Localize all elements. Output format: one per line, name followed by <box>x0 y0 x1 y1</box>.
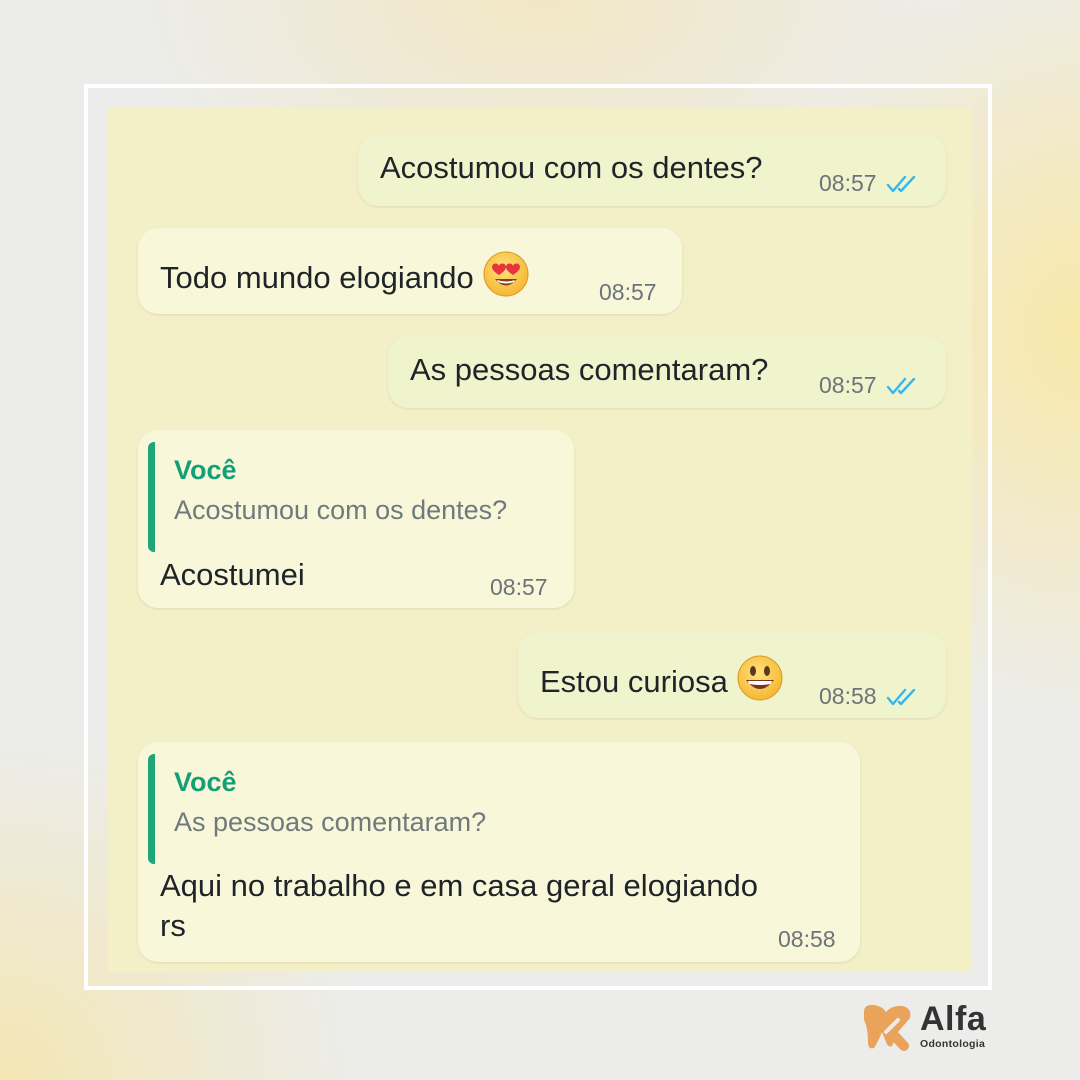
message-text-line: rs <box>160 908 186 943</box>
outgoing-message-bubble[interactable]: Estou curiosa 08:58 <box>518 632 946 718</box>
message-text: Todo mundo elogiando <box>160 250 530 298</box>
message-meta: 08:57 <box>490 574 548 601</box>
double-check-read-icon <box>886 175 915 192</box>
quoted-author: Você <box>174 455 237 485</box>
double-check-read-icon <box>886 688 915 705</box>
message-time: 08:57 <box>490 574 548 600</box>
brand-subtitle: Odontologia <box>920 1038 986 1050</box>
message-text-content: Estou curiosa <box>540 664 728 699</box>
message-text: Acostumei <box>160 557 305 592</box>
quoted-text: As pessoas comentaram? <box>174 807 487 837</box>
message-text-line: Aqui no trabalho e em casa geral elogian… <box>160 868 759 903</box>
message-time: 08:57 <box>599 279 657 305</box>
message-meta: 08:57 <box>599 279 657 306</box>
double-check-read-icon <box>886 377 915 394</box>
tooth-logo-icon <box>864 1004 911 1051</box>
incoming-reply-bubble[interactable]: Você Acostumou com os dentes? Acostumei … <box>138 430 574 608</box>
incoming-message-bubble[interactable]: Todo mundo elogiando 08:57 <box>138 228 682 314</box>
message-text-content: Todo mundo elogiando <box>160 260 474 295</box>
message-text: Acostumou com os dentes? <box>380 150 763 185</box>
outgoing-message-bubble[interactable]: As pessoas comentaram? 08:57 <box>388 336 946 408</box>
message-time: 08:57 <box>819 170 877 196</box>
quoted-text: Acostumou com os dentes? <box>174 495 508 525</box>
chat-screenshot: Acostumou com os dentes? 08:57 Todo mund… <box>108 108 972 972</box>
quoted-message[interactable]: Você Acostumou com os dentes? <box>148 442 558 552</box>
message-text: As pessoas comentaram? <box>410 352 769 387</box>
message-text: Estou curiosa <box>540 654 784 702</box>
message-time: 08:58 <box>819 683 877 709</box>
message-meta: 08:57 <box>819 170 920 197</box>
brand-name: Alfa <box>920 1000 987 1038</box>
message-meta: 08:58 <box>819 683 920 710</box>
message-meta: 08:57 <box>819 372 920 399</box>
outgoing-message-bubble[interactable]: Acostumou com os dentes? 08:57 <box>358 134 946 206</box>
quoted-author: Você <box>174 767 237 797</box>
quoted-message[interactable]: Você As pessoas comentaram? <box>148 754 844 864</box>
alfa-logo: Alfa Odontologia <box>858 1000 1008 1052</box>
message-time: 08:57 <box>819 372 877 398</box>
grinning-face-emoji <box>737 655 783 701</box>
incoming-reply-bubble[interactable]: Você As pessoas comentaram? Aqui no trab… <box>138 742 860 962</box>
message-time: 08:58 <box>778 926 836 952</box>
heart-eyes-emoji <box>483 251 529 297</box>
message-meta: 08:58 <box>778 926 836 953</box>
